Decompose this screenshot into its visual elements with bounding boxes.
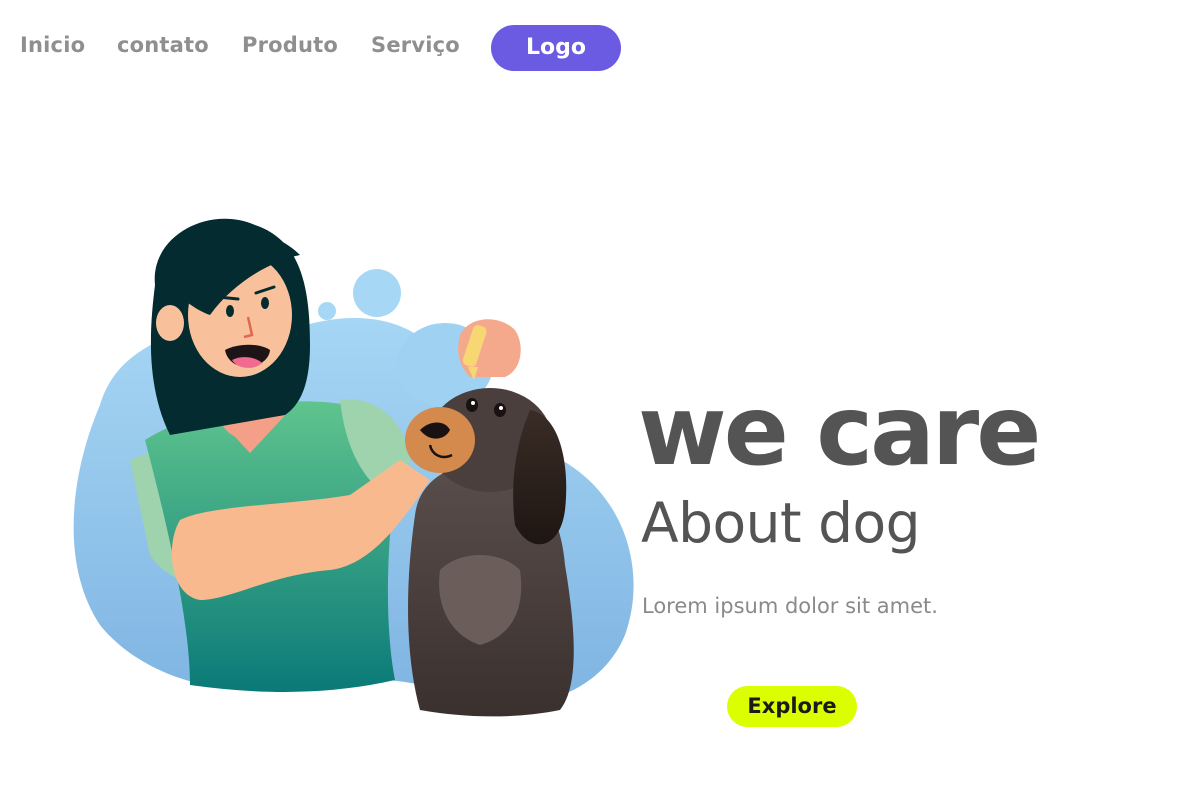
explore-button[interactable]: Explore xyxy=(727,686,857,727)
nav-link-inicio[interactable]: Inicio xyxy=(20,33,85,57)
woman-and-dog-illustration xyxy=(73,218,634,717)
hero-subtitle: About dog xyxy=(641,491,921,555)
hero-illustration xyxy=(60,205,650,725)
nav-link-contato[interactable]: contato xyxy=(117,33,209,57)
hero-description: Lorem ipsum dolor sit amet. xyxy=(642,594,938,618)
logo-button[interactable]: Logo xyxy=(491,25,621,71)
hero-title: we care xyxy=(638,375,1041,487)
top-nav: Inicio contato Produto Serviço Logo xyxy=(0,0,1190,96)
dog-figure xyxy=(405,388,574,717)
nav-link-servico[interactable]: Serviço xyxy=(371,33,460,57)
nav-link-produto[interactable]: Produto xyxy=(242,33,338,57)
